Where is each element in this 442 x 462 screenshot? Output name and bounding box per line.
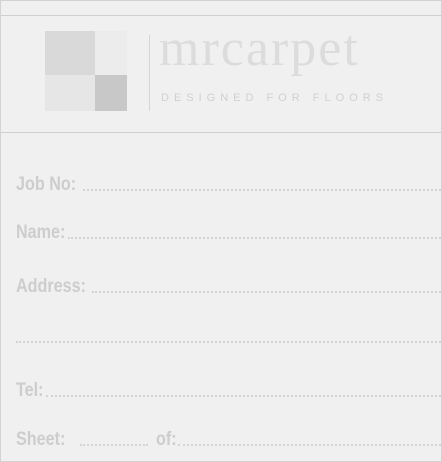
address-row: Address: <box>16 266 441 296</box>
name-row: Name: <box>16 212 441 242</box>
tel-label: Tel: <box>16 380 44 401</box>
address-field[interactable] <box>92 291 441 293</box>
header-divider <box>1 132 442 133</box>
address-field-line-2[interactable] <box>16 341 441 343</box>
name-label: Name: <box>16 222 66 243</box>
sheet-total-field[interactable] <box>178 444 441 446</box>
name-field[interactable] <box>68 237 441 239</box>
job-no-field[interactable] <box>82 189 441 191</box>
sheet-number-field[interactable] <box>80 444 149 446</box>
tel-row: Tel: <box>16 370 441 400</box>
address-label: Address: <box>16 276 87 297</box>
sheet-row: Sheet: of: <box>16 419 441 449</box>
job-no-row: Job No: <box>16 164 441 194</box>
logo-icon <box>45 31 127 111</box>
brand-name: mrcarpet <box>159 20 360 77</box>
brand-tagline: DESIGNED FOR FLOORS <box>161 92 389 104</box>
tel-field[interactable] <box>46 395 441 397</box>
job-no-label: Job No: <box>16 174 77 195</box>
top-rule <box>1 15 442 16</box>
job-card: mrcarpet DESIGNED FOR FLOORS Job No: Nam… <box>0 0 442 462</box>
logo-divider <box>149 35 150 111</box>
of-label: of: <box>156 429 177 450</box>
sheet-label: Sheet: <box>16 429 66 450</box>
